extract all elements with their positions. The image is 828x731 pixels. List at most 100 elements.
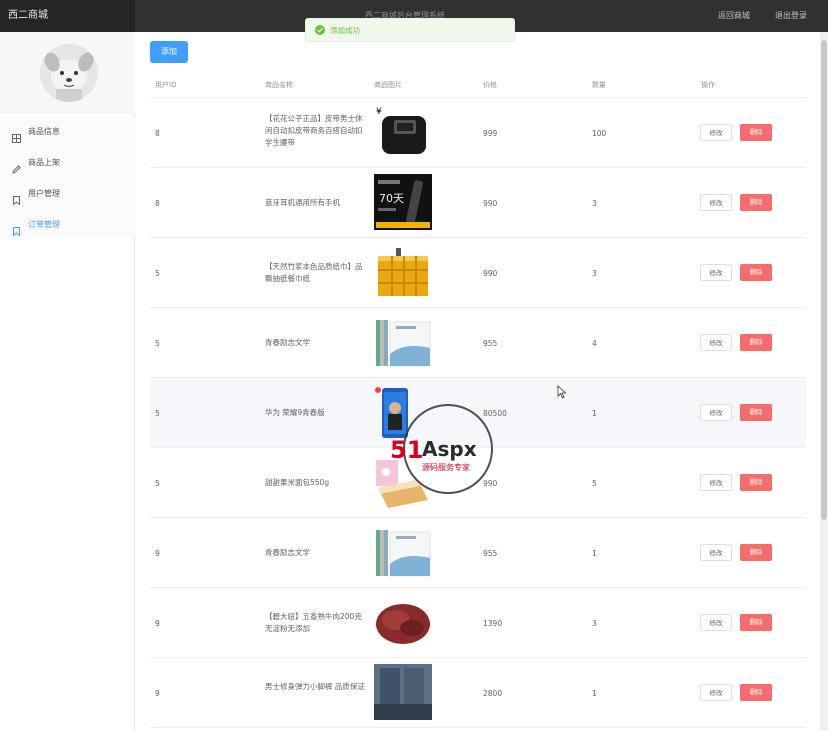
sidebar-item-label: 商品信息 bbox=[28, 127, 60, 136]
cell-user-id: 8 bbox=[155, 199, 160, 208]
product-image-books bbox=[374, 524, 432, 580]
success-toast: 添加成功 bbox=[305, 18, 515, 42]
edit-button[interactable]: 修改 bbox=[700, 404, 732, 421]
sidebar-item-label: 商品上架 bbox=[28, 158, 60, 167]
product-image-jeans bbox=[374, 664, 432, 720]
product-image-books bbox=[374, 314, 432, 370]
cell-price: 955 bbox=[483, 339, 498, 348]
table-row: 9 男士修身弹力小脚裤 品质保证 2800 1 修改 删除 bbox=[150, 658, 806, 728]
column-header-user-id: 用户ID bbox=[155, 81, 177, 89]
product-image-beef bbox=[374, 594, 432, 650]
cell-price: 955 bbox=[483, 549, 498, 558]
main-content: 添加 用户ID 商品名称 商品图片 价格 数量 操作 8 【花花公子正品】皮带男… bbox=[136, 32, 820, 731]
check-circle-icon bbox=[315, 25, 325, 35]
svg-text:51: 51 bbox=[390, 436, 423, 464]
cell-quantity: 1 bbox=[592, 549, 597, 558]
edit-button[interactable]: 修改 bbox=[700, 544, 732, 561]
bookmark-icon bbox=[12, 189, 21, 206]
delete-button[interactable]: 删除 bbox=[740, 474, 772, 491]
cell-quantity: 3 bbox=[592, 269, 597, 278]
delete-button[interactable]: 删除 bbox=[740, 404, 772, 421]
edit-button[interactable]: 修改 bbox=[700, 474, 732, 491]
grid-icon bbox=[12, 127, 21, 143]
cell-product-name: 华为 荣耀9青春版 bbox=[265, 408, 325, 417]
delete-button[interactable]: 删除 bbox=[740, 684, 772, 701]
edit-icon bbox=[12, 158, 21, 174]
edit-button[interactable]: 修改 bbox=[700, 194, 732, 211]
cell-price: 990 bbox=[483, 199, 498, 208]
scrollbar-thumb[interactable] bbox=[821, 40, 827, 520]
edit-button[interactable]: 修改 bbox=[700, 334, 732, 351]
cell-price: 2800 bbox=[483, 689, 503, 698]
delete-button[interactable]: 删除 bbox=[740, 264, 772, 281]
cell-price: 1390 bbox=[483, 619, 503, 628]
svg-text:¥: ¥ bbox=[376, 107, 382, 117]
cell-quantity: 3 bbox=[592, 199, 597, 208]
product-image-earphone: 70天 bbox=[374, 174, 432, 230]
toast-message: 添加成功 bbox=[330, 26, 360, 35]
delete-button[interactable]: 删除 bbox=[740, 544, 772, 561]
bookmark-icon bbox=[12, 220, 21, 237]
cell-quantity: 1 bbox=[592, 409, 597, 418]
cell-quantity: 1 bbox=[592, 689, 597, 698]
watermark-tagline: 源码服务专家 bbox=[422, 462, 470, 472]
column-header-product-name: 商品名称 bbox=[265, 81, 293, 89]
cell-quantity: 100 bbox=[592, 129, 607, 138]
table-row: 8 蓝牙耳机通用所有手机 70天 990 3 修改 删除 bbox=[150, 168, 806, 238]
avatar-area bbox=[0, 32, 135, 114]
cell-quantity: 5 bbox=[592, 479, 597, 488]
cell-product-name: 甜甜果米面包550g bbox=[265, 478, 330, 487]
cell-price: 999 bbox=[483, 129, 498, 138]
sidebar-item-label: 订单管理 bbox=[28, 220, 60, 229]
sidebar-item-product-info[interactable]: 商品信息 bbox=[0, 118, 135, 146]
cell-product-name: 男士修身弹力小脚裤 品质保证 bbox=[265, 682, 365, 691]
edit-button[interactable]: 修改 bbox=[700, 684, 732, 701]
sidebar-item-label: 用户管理 bbox=[28, 189, 60, 198]
edit-button[interactable]: 修改 bbox=[700, 264, 732, 281]
cell-product-name: 蓝牙耳机通用所有手机 bbox=[265, 198, 340, 207]
table-row: 5 青春励志文学 955 4 修改 删除 bbox=[150, 308, 806, 378]
edit-button[interactable]: 修改 bbox=[700, 124, 732, 141]
cell-product-name: 青春励志文学 bbox=[265, 338, 310, 347]
table-row: 9 青春励志文学 955 1 修改 删除 bbox=[150, 518, 806, 588]
sidebar: 商品信息 商品上架 用户管理 订单管理 bbox=[0, 32, 135, 731]
delete-button[interactable]: 删除 bbox=[740, 194, 772, 211]
cell-user-id: 5 bbox=[155, 269, 160, 278]
cell-user-id: 5 bbox=[155, 339, 160, 348]
cell-price: 990 bbox=[483, 269, 498, 278]
column-header-product-image: 商品图片 bbox=[374, 81, 402, 89]
edit-button[interactable]: 修改 bbox=[700, 614, 732, 631]
column-header-price: 价格 bbox=[483, 81, 497, 89]
sidebar-item-user-management[interactable]: 用户管理 bbox=[0, 180, 135, 208]
column-header-quantity: 数量 bbox=[592, 81, 606, 89]
cell-product-name: 青春励志文学 bbox=[265, 548, 310, 557]
column-header-actions: 操作 bbox=[701, 81, 715, 89]
mouse-cursor-icon bbox=[557, 385, 567, 399]
back-to-shop-link[interactable]: 返回商城 bbox=[718, 0, 750, 32]
cell-user-id: 5 bbox=[155, 479, 160, 488]
delete-button[interactable]: 删除 bbox=[740, 124, 772, 141]
table-row: 9 【碧大妞】五香熟牛肉200克无淀粉无添加 1390 3 修改 删除 bbox=[150, 588, 806, 658]
product-image-belt: ¥ bbox=[374, 104, 432, 160]
cell-user-id: 9 bbox=[155, 549, 160, 558]
sidebar-menu: 商品信息 商品上架 用户管理 订单管理 bbox=[0, 118, 135, 238]
svg-text:Aspx: Aspx bbox=[422, 437, 477, 461]
avatar bbox=[40, 44, 98, 102]
cell-product-name: 【碧大妞】五香熟牛肉200克无淀粉无添加 bbox=[265, 612, 362, 633]
cell-user-id: 5 bbox=[155, 409, 160, 418]
cell-user-id: 9 bbox=[155, 619, 160, 628]
delete-button[interactable]: 删除 bbox=[740, 334, 772, 351]
product-image-tissue bbox=[374, 244, 432, 300]
cell-user-id: 8 bbox=[155, 129, 160, 138]
svg-text:70天: 70天 bbox=[379, 192, 404, 205]
add-button[interactable]: 添加 bbox=[150, 41, 188, 63]
cell-user-id: 9 bbox=[155, 689, 160, 698]
delete-button[interactable]: 删除 bbox=[740, 614, 772, 631]
logout-link[interactable]: 退出登录 bbox=[775, 0, 807, 32]
cell-product-name: 【天然竹浆本色品质纸巾】品飘抽纸餐巾纸 bbox=[265, 262, 363, 283]
sidebar-item-order-management[interactable]: 订单管理 bbox=[0, 211, 135, 239]
brand-title: 西二商城 bbox=[0, 0, 135, 32]
cell-product-name: 【花花公子正品】皮带男士休闲自动扣皮带商务百搭自动扣学生腰带 bbox=[265, 114, 363, 147]
watermark-logo: 51 Aspx 源码服务专家 bbox=[388, 402, 512, 496]
sidebar-item-product-listing[interactable]: 商品上架 bbox=[0, 149, 135, 177]
